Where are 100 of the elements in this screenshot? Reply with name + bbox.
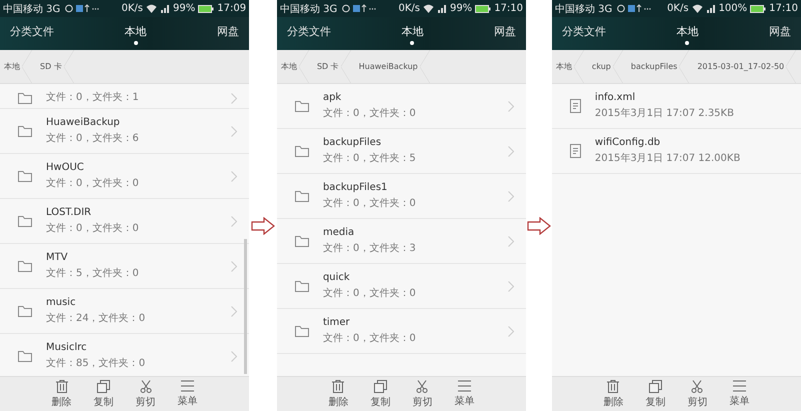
list-item[interactable]: wifiConfig.db 2015年3月1日 17:07 12.00KB [552, 129, 801, 174]
scissors-icon [416, 380, 428, 392]
list-item[interactable]: quick 文件：0，文件夹：0 [276, 264, 526, 309]
chevron-right-icon [231, 260, 238, 272]
item-details: 文件：0，文件夹：0 [46, 176, 140, 190]
list-item[interactable]: backupFiles 文件：0，文件夹：5 [276, 129, 526, 174]
list-item[interactable]: LOST.DIR 文件：0，文件夹：0 [0, 199, 250, 244]
toolbar-button[interactable]: 菜单 [176, 377, 199, 411]
toolbar-button[interactable]: 复制 [92, 377, 115, 411]
item-name: apk [322, 92, 342, 103]
chevron-right-icon [231, 350, 238, 362]
tab[interactable]: 网盘 [768, 22, 791, 45]
wifi-icon [422, 4, 434, 13]
copy-icon [97, 380, 110, 392]
item-name: quick [322, 272, 351, 283]
battery-percent: 100% [718, 3, 748, 14]
scissors-icon [691, 380, 704, 392]
chevron-right-icon [231, 306, 238, 316]
chevron-right-icon [231, 93, 238, 104]
chevron-right-icon [231, 216, 238, 226]
clock: 17:10 [494, 3, 524, 14]
folder-icon [294, 190, 309, 202]
item-details: 文件：0，文件夹：3 [322, 242, 417, 255]
trash-icon [332, 380, 344, 392]
scissors-icon [140, 380, 152, 392]
trash-icon [56, 380, 68, 392]
tab[interactable]: 本地 [401, 22, 424, 45]
tab[interactable]: 分类文件 [10, 22, 54, 45]
menu-icon [181, 380, 194, 392]
battery-icon [475, 4, 492, 12]
tab[interactable]: 网盘 [217, 22, 240, 45]
toolbar-button[interactable]: 剪切 [134, 377, 157, 411]
folder-icon [294, 326, 309, 336]
list-item[interactable]: info.xml 2015年3月1日 17:07 2.35KB [552, 84, 801, 129]
item-details: 文件：0，文件夹：0 [322, 286, 417, 300]
tab[interactable]: 分类文件 [562, 22, 606, 45]
battery-icon [198, 4, 214, 12]
list-item[interactable]: apk 文件：0，文件夹：0 [276, 84, 526, 129]
folder-icon [18, 216, 32, 226]
chevron-right-icon [508, 146, 514, 156]
list-item[interactable]: backupFiles1 文件：0，文件夹：0 [276, 174, 526, 219]
folder-icon [18, 350, 32, 362]
battery-percent: 99% [450, 3, 472, 14]
battery-icon [750, 4, 766, 12]
toolbar-button[interactable]: 删除 [50, 377, 73, 411]
item-details: 文件：0，文件夹：0 [322, 196, 417, 210]
folder-icon [18, 306, 32, 316]
breadcrumb-item[interactable]: HuaweiBackup [350, 50, 430, 83]
list-item[interactable]: 文件：0，文件夹：1 [0, 84, 250, 109]
item-name: timer [322, 317, 351, 328]
status-icons [65, 4, 100, 13]
battery-percent: 99% [173, 3, 196, 14]
status-icons [342, 4, 376, 13]
toolbar-button[interactable]: 复制 [369, 377, 392, 411]
item-name: LOST.DIR [46, 207, 92, 218]
list-item[interactable]: HuaweiBackup 文件：0，文件夹：6 [0, 109, 250, 154]
chevron-right-icon [231, 126, 238, 136]
list-item[interactable]: HwOUC 文件：0，文件夹：0 [0, 154, 250, 199]
list-item[interactable]: media 文件：0，文件夹：3 [276, 219, 526, 264]
item-details: 文件：0，文件夹：0 [46, 222, 140, 235]
trash-icon [607, 380, 620, 392]
scrollbar[interactable] [244, 239, 248, 374]
item-details: 文件：24，文件夹：0 [46, 312, 146, 325]
chevron-right-icon [508, 326, 514, 336]
tab[interactable]: 本地 [124, 22, 147, 45]
toolbar-button[interactable]: 剪切 [686, 377, 708, 411]
item-details: 文件：85，文件夹：0 [46, 356, 146, 370]
chevron-right-icon [508, 280, 514, 292]
folder-icon [18, 126, 32, 136]
item-name: backupFiles1 [322, 182, 388, 193]
item-details: 文件：0，文件夹：1 [46, 90, 140, 104]
item-name: wifiConfig.db [594, 137, 662, 148]
carrier-label: 中国移动 3G [554, 2, 612, 16]
chevron-right-icon [508, 236, 514, 246]
folder-icon [18, 260, 32, 272]
item-name: HuaweiBackup [46, 117, 121, 128]
item-details: 文件：0，文件夹：0 [322, 332, 417, 345]
toolbar-button[interactable]: 删除 [602, 377, 624, 411]
item-name: HwOUC [46, 162, 85, 173]
list-item[interactable]: timer 文件：0，文件夹：0 [276, 309, 526, 354]
item-name: info.xml [594, 92, 636, 103]
clock: 17:10 [769, 3, 798, 14]
network-speed: 0K/s [667, 3, 689, 14]
folder-icon [18, 170, 32, 182]
toolbar-button[interactable]: 菜单 [728, 377, 750, 411]
tab[interactable]: 本地 [676, 22, 698, 45]
folder-icon [294, 236, 309, 246]
wifi-icon [692, 4, 703, 13]
network-speed: 0K/s [398, 3, 420, 14]
toolbar-button[interactable]: 删除 [327, 377, 350, 411]
item-name: MTV [46, 252, 69, 263]
tab[interactable]: 网盘 [494, 22, 516, 45]
toolbar-button[interactable]: 菜单 [453, 377, 476, 411]
toolbar-button[interactable]: 剪切 [411, 377, 434, 411]
item-name: Musiclrc [46, 342, 88, 353]
tab[interactable]: 分类文件 [286, 22, 331, 45]
signal-icon [436, 4, 447, 13]
toolbar-button[interactable]: 复制 [644, 377, 666, 411]
item-details: 2015年3月1日 17:07 12.00KB [594, 152, 742, 165]
item-name: backupFiles [322, 137, 382, 148]
